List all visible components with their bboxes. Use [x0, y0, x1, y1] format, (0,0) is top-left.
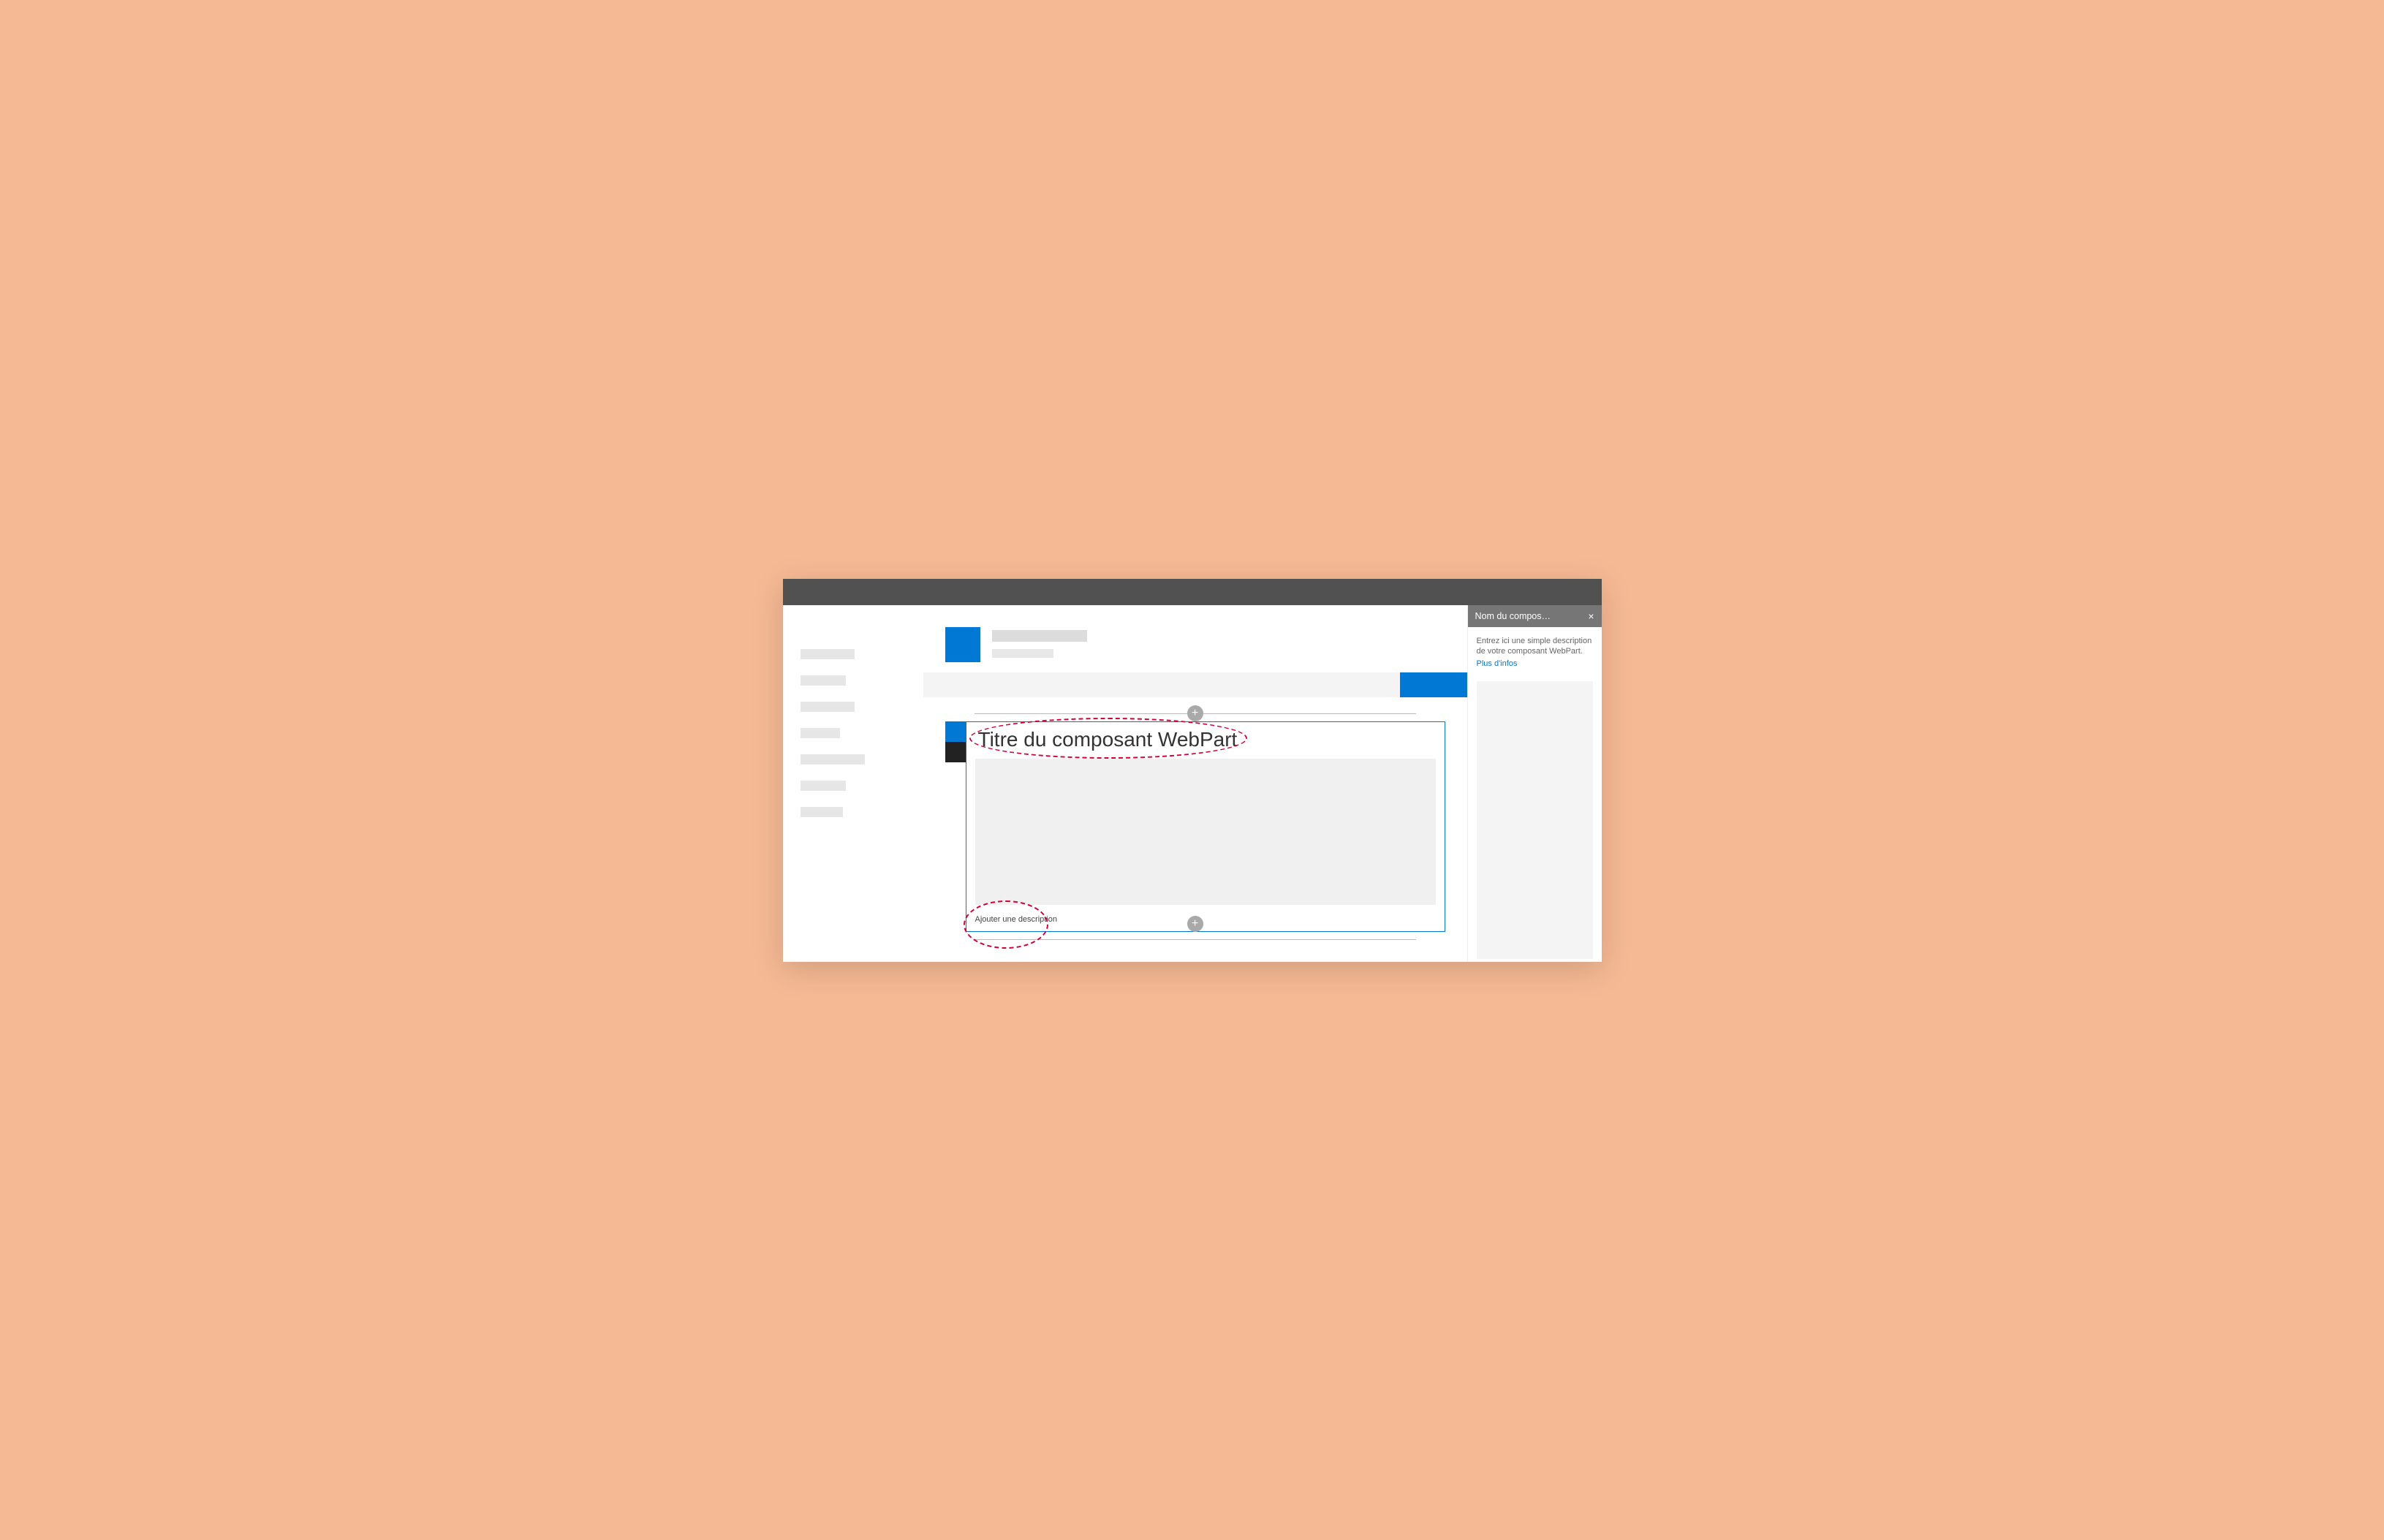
- property-pane-body-placeholder: [1477, 681, 1593, 958]
- site-title-placeholder: [992, 630, 1087, 642]
- webpart-row: Titre du composant WebPart Ajouter une d…: [945, 721, 1445, 932]
- nav-item-placeholder[interactable]: [801, 781, 846, 791]
- webpart-edit-handle[interactable]: [945, 721, 966, 742]
- nav-item-placeholder[interactable]: [801, 728, 840, 738]
- nav-item-placeholder[interactable]: [801, 675, 846, 686]
- section: + Titre du composant WebPart Ajouter une…: [945, 697, 1445, 940]
- site-title-block: [992, 627, 1087, 658]
- add-webpart-button-bottom[interactable]: +: [1187, 916, 1203, 932]
- property-pane-help-text: Entrez ici une simple description de vot…: [1477, 637, 1592, 656]
- site-logo: [945, 627, 980, 662]
- webpart-content-placeholder: [975, 759, 1436, 905]
- plus-icon: +: [1192, 708, 1198, 719]
- property-pane-header: Nom du compos… ×: [1468, 605, 1602, 627]
- site-subtitle-placeholder: [992, 649, 1053, 658]
- app-body: + Titre du composant WebPart Ajouter une…: [783, 605, 1602, 962]
- property-pane-description: Entrez ici une simple description de vot…: [1468, 627, 1602, 679]
- left-nav: [783, 605, 923, 962]
- webpart[interactable]: Titre du composant WebPart Ajouter une d…: [966, 721, 1445, 932]
- more-info-link[interactable]: Plus d'infos: [1477, 659, 1518, 670]
- property-pane-title: Nom du compos…: [1475, 611, 1584, 621]
- nav-item-placeholder[interactable]: [801, 807, 843, 817]
- window-titlebar: [783, 579, 1602, 605]
- primary-action-button[interactable]: [1400, 672, 1467, 697]
- nav-item-placeholder[interactable]: [801, 754, 865, 765]
- page-canvas: + Titre du composant WebPart Ajouter une…: [923, 697, 1467, 962]
- close-icon[interactable]: ×: [1588, 610, 1594, 622]
- property-pane: Nom du compos… × Entrez ici une simple d…: [1467, 605, 1602, 962]
- site-header: [923, 605, 1467, 672]
- annotation-ellipse-description: [964, 900, 1048, 949]
- nav-item-placeholder[interactable]: [801, 649, 855, 659]
- webpart-move-handle[interactable]: [945, 742, 966, 762]
- app-window: + Titre du composant WebPart Ajouter une…: [783, 579, 1602, 962]
- command-bar: [923, 672, 1467, 697]
- webpart-description[interactable]: Ajouter une description: [975, 915, 1436, 924]
- section-divider-bottom: [975, 939, 1416, 940]
- plus-icon: +: [1192, 918, 1198, 930]
- webpart-toolbar: [945, 721, 966, 932]
- add-webpart-button-top[interactable]: +: [1187, 705, 1203, 721]
- main-content: + Titre du composant WebPart Ajouter une…: [923, 605, 1467, 962]
- nav-item-placeholder[interactable]: [801, 702, 855, 712]
- webpart-title[interactable]: Titre du composant WebPart: [978, 728, 1436, 751]
